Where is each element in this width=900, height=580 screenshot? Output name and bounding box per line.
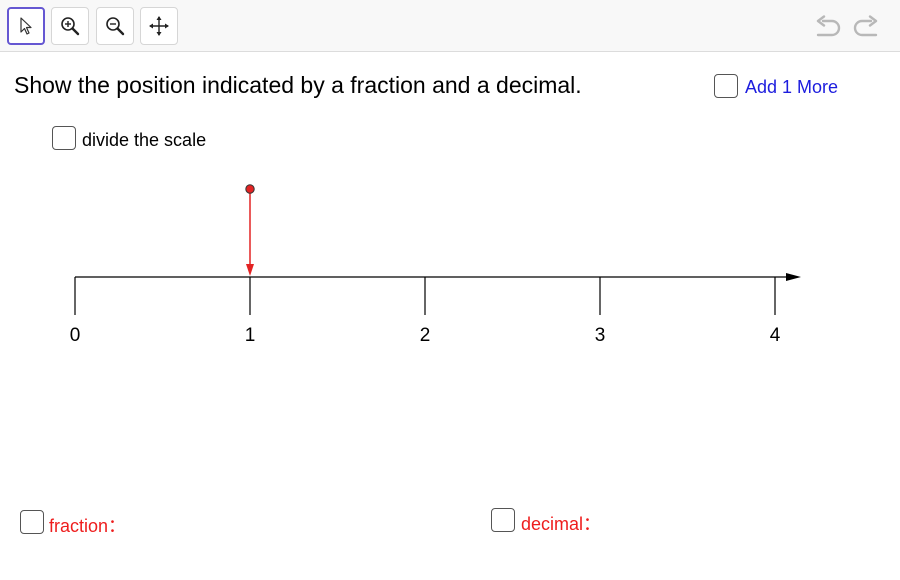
arrow-pointer-icon <box>20 17 32 35</box>
redo-button[interactable] <box>850 12 880 42</box>
pointer-drag-handle[interactable] <box>245 184 255 194</box>
divide-scale-label[interactable]: divide the scale <box>82 130 206 151</box>
toolbar <box>0 0 900 52</box>
undo-icon <box>816 15 841 37</box>
add-more-label[interactable]: Add 1 More <box>745 77 838 98</box>
zoom-out-icon <box>106 17 125 36</box>
decimal-label[interactable]: decimal： <box>521 510 601 536</box>
pointer-arrowhead <box>246 264 254 276</box>
move-tool-button[interactable] <box>7 7 45 45</box>
fraction-checkbox[interactable] <box>20 510 44 534</box>
tick-label: 4 <box>770 325 781 346</box>
zoom-in-button[interactable] <box>51 7 89 45</box>
undo-button[interactable] <box>814 12 844 42</box>
zoom-in-icon <box>61 17 80 36</box>
number-line-arrowhead <box>786 273 801 281</box>
tick-label: 1 <box>245 325 256 346</box>
question-text: Show the position indicated by a fractio… <box>14 72 582 98</box>
tick-label: 3 <box>595 325 606 346</box>
redo-icon <box>853 15 878 37</box>
number-line: 0 1 2 3 4 <box>70 184 801 346</box>
move-graphics-view-button[interactable] <box>140 7 178 45</box>
decimal-checkbox[interactable] <box>491 508 515 532</box>
tick-label: 2 <box>420 325 431 346</box>
tick-label: 0 <box>70 325 81 346</box>
add-more-checkbox[interactable] <box>714 74 738 98</box>
move-arrows-icon <box>149 16 169 36</box>
divide-scale-checkbox[interactable] <box>52 126 76 150</box>
fraction-label[interactable]: fraction： <box>49 512 126 538</box>
zoom-out-button[interactable] <box>96 7 134 45</box>
